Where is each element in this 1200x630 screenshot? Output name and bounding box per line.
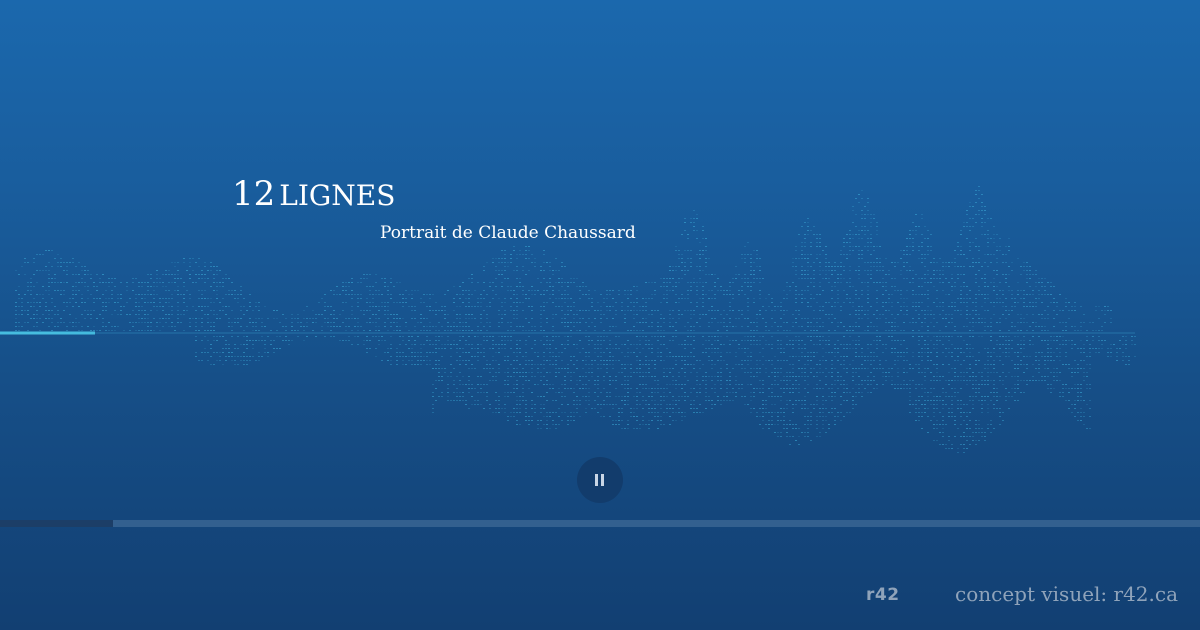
title-word: LIGNES <box>279 179 396 212</box>
progress-fill <box>0 520 113 527</box>
show-subtitle: Portrait de Claude Chaussard <box>380 223 636 243</box>
audio-waveform <box>0 186 1136 453</box>
show-title: 12 LIGNES <box>232 174 395 214</box>
progress-bar[interactable] <box>0 520 1200 527</box>
pause-button[interactable] <box>577 457 623 503</box>
r42-logo[interactable]: r42 <box>866 585 900 605</box>
pause-icon <box>595 474 605 486</box>
credit-text: concept visuel: r42.ca <box>955 582 1179 606</box>
title-number: 12 <box>232 174 276 214</box>
